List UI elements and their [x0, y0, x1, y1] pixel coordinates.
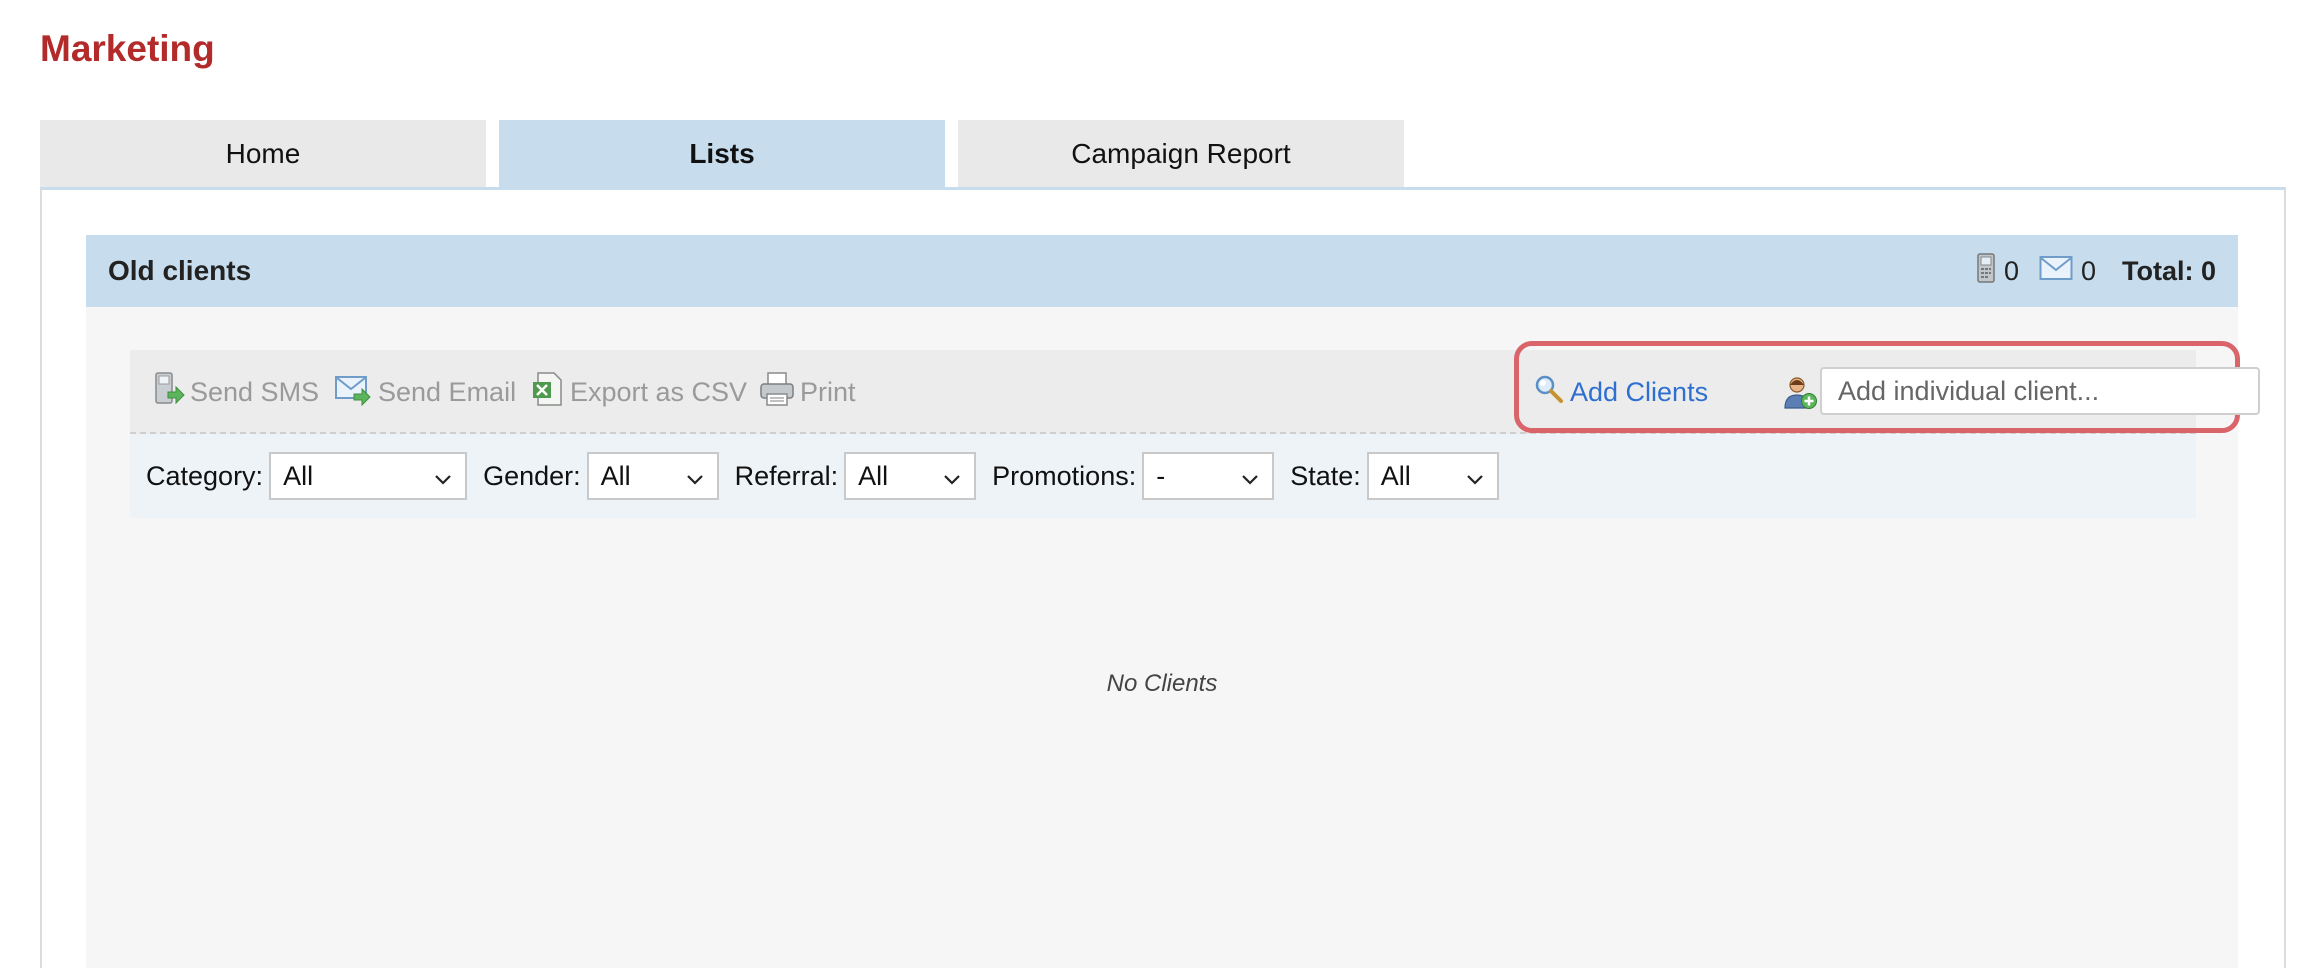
email-send-icon [334, 372, 378, 413]
email-count-stat: 0 [2039, 255, 2096, 288]
add-individual-client-input[interactable] [1820, 367, 2260, 415]
print-label: Print [800, 376, 856, 407]
category-select[interactable]: All [269, 452, 468, 500]
send-email-label: Send Email [378, 376, 517, 407]
magnifier-icon [1534, 374, 1570, 411]
phone-count: 0 [2003, 255, 2019, 286]
chevron-down-icon [1465, 466, 1485, 497]
promotions-select[interactable]: - [1142, 452, 1275, 500]
export-csv-label: Export as CSV [570, 376, 748, 407]
chevron-down-icon [942, 466, 962, 497]
tab-campaign-report[interactable]: Campaign Report [958, 120, 1404, 188]
add-clients-label: Add Clients [1570, 376, 1709, 407]
email-count: 0 [2080, 255, 2096, 286]
add-clients-link[interactable]: Add Clients [1534, 350, 1708, 434]
category-value: All [283, 460, 314, 491]
empty-state-message: No Clients [1106, 670, 1218, 697]
gender-value: All [600, 460, 631, 491]
chevron-down-icon [1240, 466, 1260, 497]
promotions-value: - [1156, 460, 1166, 491]
referral-select[interactable]: All [844, 452, 977, 500]
add-person-icon [1784, 376, 1818, 415]
list-body: Send SMS Send Email Export as CSV Print [86, 307, 2260, 968]
phone-icon [1976, 252, 1996, 291]
gender-label: Gender: [483, 460, 581, 491]
printer-icon [758, 370, 800, 415]
envelope-icon [2039, 255, 2073, 288]
total-count: Total: 0 [2122, 255, 2216, 286]
page-title: Marketing [40, 28, 215, 69]
list-header: Old clients 0 0 Total: 0 [86, 235, 2238, 307]
send-sms-label: Send SMS [190, 376, 320, 407]
tab-home[interactable]: Home [40, 120, 486, 188]
state-select[interactable]: All [1366, 452, 1499, 500]
phone-count-stat: 0 [1976, 252, 2019, 291]
promotions-label: Promotions: [992, 460, 1137, 491]
send-sms-button[interactable]: Send SMS [152, 350, 319, 434]
list-stats: 0 0 Total: 0 [1956, 252, 2216, 291]
tab-lists[interactable]: Lists [499, 120, 945, 188]
category-label: Category: [146, 460, 264, 491]
chevron-down-icon [433, 466, 453, 497]
csv-icon [530, 370, 570, 415]
filter-bar: Category: All Gender: All Referral: All … [130, 434, 2196, 518]
list-name: Old clients [108, 255, 252, 286]
referral-value: All [858, 460, 889, 491]
print-button[interactable]: Print [758, 350, 856, 434]
state-label: State: [1290, 460, 1361, 491]
export-csv-button[interactable]: Export as CSV [530, 350, 747, 434]
state-value: All [1380, 460, 1411, 491]
list-toolbar: Send SMS Send Email Export as CSV Print [130, 341, 2260, 434]
sms-icon [152, 370, 190, 415]
referral-label: Referral: [734, 460, 839, 491]
send-email-button[interactable]: Send Email [334, 350, 516, 434]
chevron-down-icon [685, 466, 705, 497]
gender-select[interactable]: All [586, 452, 719, 500]
